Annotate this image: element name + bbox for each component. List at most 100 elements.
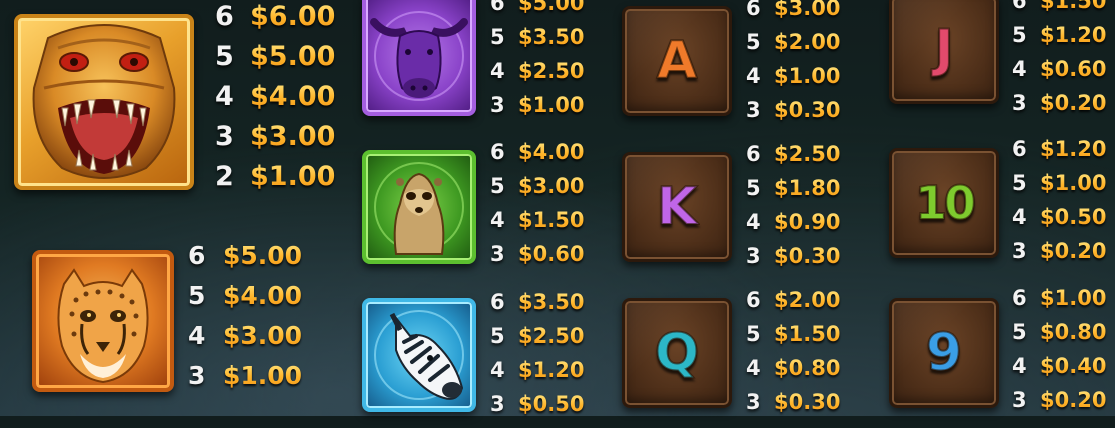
- payout-amount: $2.50: [518, 59, 585, 83]
- pay-row: 6 $1.00: [1012, 288, 1106, 322]
- meerkat-paytable: 6 $4.00 5 $3.00 4 $1.50 3 $0.60: [490, 142, 584, 278]
- pay-row: 5 $2.00: [746, 32, 840, 66]
- crocodile-paytable: 6 $6.00 5 $5.00 4 $4.00 3 $3.00 2 $1.00: [215, 3, 335, 203]
- match-count: 4: [746, 64, 761, 88]
- zebra-paytable: 6 $3.50 5 $2.50 4 $1.20 3 $0.50: [490, 292, 584, 428]
- buffalo-paytable: 6 $5.00 5 $3.50 4 $2.50 3 $1.00: [490, 0, 584, 129]
- payout-amount: $0.40: [1040, 354, 1107, 378]
- pay-row: 4 $0.90: [746, 212, 840, 246]
- match-count: 5: [490, 324, 505, 348]
- match-count: 5: [1012, 171, 1027, 195]
- pay-row: 4 $0.40: [1012, 356, 1106, 390]
- pay-row: 3 $0.50: [490, 394, 584, 428]
- match-count: 3: [188, 361, 206, 390]
- payout-amount: $0.30: [774, 244, 841, 268]
- payout-amount: $3.00: [250, 121, 336, 152]
- payout-amount: $5.00: [223, 241, 303, 270]
- pay-row: 3 $0.30: [746, 392, 840, 426]
- payout-amount: $1.50: [1040, 0, 1106, 12]
- payout-amount: $1.00: [518, 93, 585, 117]
- match-count: 5: [746, 30, 761, 54]
- pay-row: 6 $1.20: [1012, 139, 1106, 173]
- q-symbol: Q: [622, 298, 732, 408]
- buffalo-icon: [370, 11, 468, 101]
- cheetah-symbol: [32, 250, 174, 392]
- payout-amount: $0.30: [774, 98, 841, 122]
- match-count: 5: [746, 322, 761, 346]
- payout-amount: $2.00: [774, 30, 841, 54]
- payout-amount: $2.50: [774, 142, 841, 166]
- match-count: 3: [490, 392, 505, 416]
- match-count: 3: [1012, 388, 1027, 412]
- match-count: 5: [490, 174, 505, 198]
- pay-row: 5 $1.80: [746, 178, 840, 212]
- pay-row: 3 $0.20: [1012, 93, 1106, 127]
- pay-row: 5 $0.80: [1012, 322, 1106, 356]
- match-count: 5: [1012, 23, 1027, 47]
- payout-amount: $3.50: [518, 25, 585, 49]
- match-count: 3: [490, 93, 505, 117]
- payout-amount: $1.80: [774, 176, 841, 200]
- letter-j: J: [933, 19, 954, 79]
- pay-row: 3 $0.20: [1012, 390, 1106, 424]
- ten-paytable: 6 $1.20 5 $1.00 4 $0.50 3 $0.20: [1012, 139, 1106, 275]
- nine-symbol: 9: [889, 298, 999, 408]
- pay-row: 6 $1.50: [1012, 0, 1106, 25]
- match-count: 3: [746, 98, 761, 122]
- pay-row: 5 $1.50: [746, 324, 840, 358]
- match-count: 6: [746, 0, 761, 20]
- pay-row: 6 $2.50: [746, 144, 840, 178]
- pay-row: 5 $5.00: [215, 43, 335, 83]
- match-count: 5: [490, 25, 505, 49]
- pay-row: 4 $0.50: [1012, 207, 1106, 241]
- zebra-symbol: [362, 298, 476, 412]
- pay-row: 5 $4.00: [188, 283, 302, 323]
- j-paytable: 6 $1.50 5 $1.20 4 $0.60 3 $0.20: [1012, 0, 1106, 127]
- payout-amount: $1.50: [518, 208, 585, 232]
- letter-ten: 10: [914, 176, 977, 230]
- match-count: 5: [215, 41, 234, 72]
- pay-row: 6 $3.50: [490, 292, 584, 326]
- pay-row: 5 $1.20: [1012, 25, 1106, 59]
- match-count: 2: [215, 161, 234, 192]
- match-count: 4: [746, 210, 761, 234]
- payout-amount: $3.50: [518, 290, 585, 314]
- match-count: 5: [1012, 320, 1027, 344]
- meerkat-icon: [374, 162, 464, 255]
- payout-amount: $1.00: [250, 161, 336, 192]
- payout-amount: $0.20: [1040, 388, 1107, 412]
- match-count: 4: [215, 81, 234, 112]
- letter-nine: 9: [925, 323, 963, 383]
- pay-row: 4 $4.00: [215, 83, 335, 123]
- match-count: 6: [1012, 137, 1027, 161]
- pay-row: 2 $1.00: [215, 163, 335, 203]
- payout-amount: $0.60: [518, 242, 585, 266]
- pay-row: 6 $3.00: [746, 0, 840, 32]
- payout-amount: $4.00: [518, 140, 585, 164]
- pay-row: 4 $1.50: [490, 210, 584, 244]
- payout-amount: $0.90: [774, 210, 841, 234]
- payout-amount: $0.50: [1040, 205, 1107, 229]
- letter-q: Q: [654, 323, 700, 383]
- match-count: 6: [746, 288, 761, 312]
- payout-amount: $4.00: [223, 281, 303, 310]
- crocodile-icon: [32, 24, 176, 179]
- payout-amount: $1.00: [1040, 171, 1107, 195]
- payout-amount: $0.20: [1040, 239, 1107, 263]
- payout-amount: $5.00: [250, 41, 336, 72]
- match-count: 5: [746, 176, 761, 200]
- a-symbol: A: [622, 6, 732, 116]
- match-count: 4: [1012, 205, 1027, 229]
- pay-row: 3 $0.30: [746, 100, 840, 134]
- pay-row: 3 $1.00: [490, 95, 584, 129]
- match-count: 5: [188, 281, 206, 310]
- pay-row: 5 $3.00: [490, 176, 584, 210]
- meerkat-symbol: [362, 150, 476, 264]
- nine-paytable: 6 $1.00 5 $0.80 4 $0.40 3 $0.20: [1012, 288, 1106, 424]
- match-count: 6: [1012, 0, 1027, 13]
- payout-amount: $1.20: [518, 358, 585, 382]
- pay-row: 5 $3.50: [490, 27, 584, 61]
- match-count: 4: [1012, 354, 1027, 378]
- match-count: 4: [490, 358, 505, 382]
- zebra-icon: [374, 310, 464, 400]
